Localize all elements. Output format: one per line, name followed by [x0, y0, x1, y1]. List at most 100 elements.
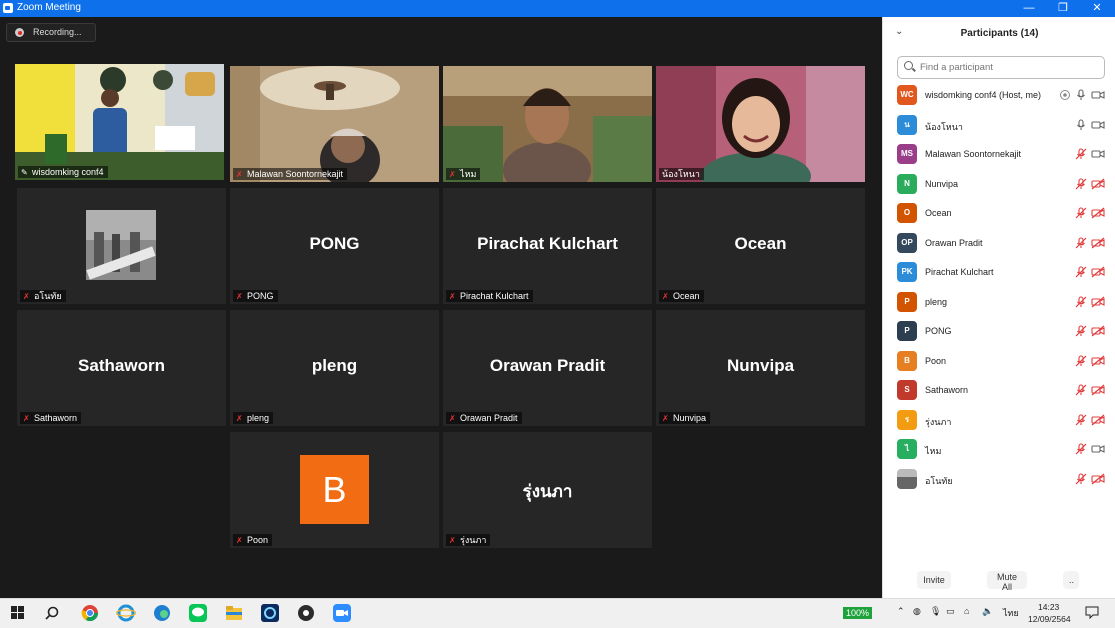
- video-off-icon[interactable]: [1091, 325, 1105, 337]
- video-tile-pong[interactable]: PONG ✗ PONG: [230, 188, 439, 304]
- muted-mic-icon[interactable]: [1075, 295, 1087, 308]
- video-camera-icon[interactable]: [1091, 443, 1105, 455]
- chrome-icon[interactable]: [80, 604, 100, 622]
- participant-row[interactable]: O Ocean: [883, 199, 1115, 228]
- video-off-icon[interactable]: [1091, 473, 1105, 485]
- muted-mic-icon[interactable]: [1075, 266, 1087, 278]
- file-explorer-icon[interactable]: [224, 604, 244, 622]
- participant-avatar: P: [897, 321, 917, 341]
- video-tile-mai[interactable]: ✗ ไหม: [443, 66, 652, 182]
- battery-percentage[interactable]: 100%: [843, 607, 873, 619]
- notification-icon[interactable]: [1085, 606, 1099, 619]
- video-tile-nunvipa[interactable]: Nunvipa ✗ Nunvipa: [656, 310, 865, 426]
- muted-mic-icon[interactable]: [1075, 207, 1087, 219]
- participants-header: ⌄ Participants (14): [883, 17, 1115, 49]
- participant-search-input[interactable]: [918, 59, 1102, 76]
- invite-button[interactable]: Invite: [917, 571, 951, 589]
- volume-icon[interactable]: 🔈: [982, 606, 993, 617]
- participant-row[interactable]: N Nunvipa: [883, 170, 1115, 199]
- video-tile-nong-hona[interactable]: น้องโหนา: [656, 66, 865, 182]
- participant-row[interactable]: P PONG: [883, 317, 1115, 346]
- participant-display-name: Ocean: [734, 234, 787, 253]
- muted-mic-icon[interactable]: [1075, 443, 1087, 455]
- participant-row[interactable]: อโนทัย: [883, 465, 1115, 494]
- video-tile-sathaworn[interactable]: Sathaworn ✗ Sathaworn: [17, 310, 226, 426]
- network-icon[interactable]: ⌂: [964, 606, 969, 616]
- participant-row[interactable]: WC wisdomking conf4 (Host, me): [883, 81, 1115, 110]
- participants-footer: Invite Mute All ..: [883, 569, 1115, 593]
- participant-name: PONG: [925, 326, 952, 336]
- muted-mic-icon[interactable]: [1075, 177, 1087, 190]
- participant-row[interactable]: OP Orawan Pradit: [883, 229, 1115, 258]
- tray-app-icon[interactable]: ◍: [913, 606, 921, 617]
- show-hidden-icons-chevron-icon[interactable]: ⌃: [897, 606, 905, 617]
- video-tile-rungnapa[interactable]: รุ่งนภา ✗ รุ่งนภา: [443, 432, 652, 548]
- video-tile-pirachat[interactable]: Pirachat Kulchart ✗ Pirachat Kulchart: [443, 188, 652, 304]
- participant-row[interactable]: B Poon: [883, 347, 1115, 376]
- participant-name: Pirachat Kulchart: [925, 267, 994, 277]
- video-tile-host[interactable]: ✎ wisdomking conf4: [15, 64, 224, 180]
- video-off-icon[interactable]: [1091, 384, 1105, 396]
- webex-icon[interactable]: [260, 604, 280, 622]
- muted-mic-icon[interactable]: [1075, 236, 1087, 249]
- participant-avatar: O: [897, 203, 917, 223]
- video-tile-poon[interactable]: B ✗ Poon: [230, 432, 439, 548]
- video-camera-icon[interactable]: [1091, 89, 1105, 101]
- video-tile-orawan[interactable]: Orawan Pradit ✗ Orawan Pradit: [443, 310, 652, 426]
- obs-icon[interactable]: [296, 604, 316, 622]
- video-off-icon[interactable]: [1091, 237, 1105, 249]
- video-camera-icon[interactable]: [1091, 148, 1105, 160]
- video-tile-malawan[interactable]: ✗ Malawan Soontornekajit: [230, 66, 439, 182]
- close-button[interactable]: ✕: [1080, 0, 1114, 17]
- participant-row[interactable]: ไ ไหม: [883, 435, 1115, 464]
- video-tile-anothai[interactable]: ✗ อโนทัย: [17, 188, 226, 304]
- muted-mic-icon[interactable]: [1075, 472, 1087, 485]
- line-app-icon[interactable]: [188, 604, 208, 622]
- muted-mic-icon[interactable]: [1075, 354, 1087, 367]
- participant-row[interactable]: S Sathaworn: [883, 376, 1115, 405]
- record-icon: [15, 28, 24, 37]
- more-options-button[interactable]: ..: [1063, 571, 1079, 589]
- tile-name-tag: ✗ Malawan Soontornekajit: [233, 168, 348, 180]
- video-off-icon[interactable]: [1091, 355, 1105, 367]
- video-off-icon[interactable]: [1091, 296, 1105, 308]
- muted-mic-icon[interactable]: [1075, 384, 1087, 396]
- video-off-icon[interactable]: [1091, 266, 1105, 278]
- video-camera-icon[interactable]: [1091, 119, 1105, 131]
- battery-icon[interactable]: ▭: [946, 606, 955, 617]
- video-off-icon[interactable]: [1091, 414, 1105, 426]
- participant-row[interactable]: MS Malawan Soontornekajit: [883, 140, 1115, 169]
- screen-share-icon[interactable]: [1059, 89, 1071, 101]
- participant-row[interactable]: น น้องโหนา: [883, 111, 1115, 140]
- nong-hona-video-feed: [656, 66, 865, 182]
- clock-date[interactable]: 12/09/2564: [1028, 614, 1071, 624]
- video-off-icon[interactable]: [1091, 207, 1105, 219]
- participant-name: น้องโหนา: [925, 121, 963, 132]
- video-off-icon[interactable]: [1091, 178, 1105, 190]
- participant-row[interactable]: PK Pirachat Kulchart: [883, 258, 1115, 287]
- muted-mic-icon[interactable]: [1075, 325, 1087, 337]
- edge-icon[interactable]: [152, 604, 172, 622]
- recording-indicator[interactable]: Recording...: [6, 23, 96, 42]
- mic-icon[interactable]: [1075, 89, 1087, 101]
- participant-search[interactable]: [897, 56, 1105, 79]
- muted-mic-icon[interactable]: [1075, 148, 1087, 160]
- participant-name: Ocean: [925, 208, 952, 218]
- minimize-button[interactable]: —: [1012, 0, 1046, 17]
- restore-button[interactable]: ❐: [1046, 0, 1080, 17]
- muted-mic-icon[interactable]: [1075, 413, 1087, 426]
- microphone-icon[interactable]: 🎙: [930, 606, 941, 617]
- internet-explorer-icon[interactable]: [116, 604, 136, 622]
- search-icon[interactable]: [42, 604, 62, 622]
- participant-row[interactable]: Ppleng: [883, 288, 1115, 317]
- tile-name-tag: ✗ Sathaworn: [20, 412, 82, 424]
- clock-time[interactable]: 14:23: [1038, 602, 1059, 612]
- mute-all-button[interactable]: Mute All: [987, 571, 1027, 592]
- zoom-taskbar-icon[interactable]: [332, 604, 352, 622]
- participant-row[interactable]: ร รุ่งนภา: [883, 406, 1115, 435]
- video-tile-pleng[interactable]: pleng ✗ pleng: [230, 310, 439, 426]
- mic-icon[interactable]: [1075, 118, 1087, 131]
- windows-start-icon[interactable]: [8, 604, 28, 622]
- video-tile-ocean[interactable]: Ocean ✗ Ocean: [656, 188, 865, 304]
- input-language[interactable]: ไทย: [1003, 606, 1019, 620]
